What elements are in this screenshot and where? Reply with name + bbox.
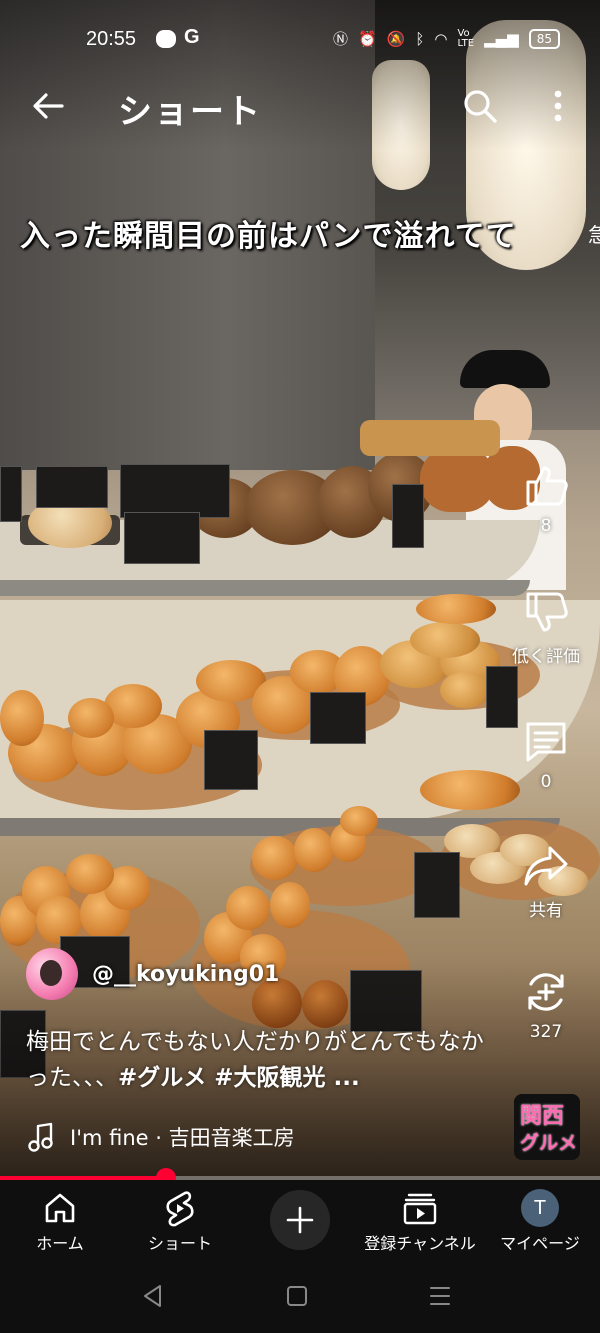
price-tag: [392, 484, 424, 548]
share-button[interactable]: 共有: [508, 842, 584, 921]
nfc-icon: Ⓝ: [332, 30, 348, 48]
system-nav-bar: [0, 1262, 600, 1333]
shorts-header: ショート: [0, 80, 600, 136]
battery-indicator: 85: [528, 28, 560, 49]
comment-count: 0: [540, 772, 552, 792]
nav-home[interactable]: ホーム: [28, 1188, 92, 1254]
remix-button[interactable]: 327: [508, 968, 584, 1042]
share-label: 共有: [529, 901, 563, 921]
status-bar: 20:55 G Ⓝ ⏰ 🔕 ᛒ ◠ Vo LTE ▂▄▆ 85: [0, 20, 600, 60]
create-button[interactable]: [270, 1190, 330, 1250]
system-home-icon[interactable]: [284, 1282, 310, 1314]
nav-shorts-label: ショート: [147, 1234, 212, 1253]
nav-you-label: マイページ: [500, 1234, 580, 1253]
thumb-up-icon: [526, 466, 568, 506]
price-tag: [0, 466, 22, 522]
remix-count: 327: [529, 1022, 563, 1042]
remix-icon: [528, 973, 564, 1011]
system-back-icon[interactable]: [140, 1282, 164, 1314]
system-recents-icon[interactable]: [428, 1282, 452, 1314]
share-icon: [524, 846, 568, 886]
line-icon: [156, 30, 176, 48]
scone: [440, 672, 490, 708]
bluetooth-icon: ᛒ: [415, 29, 425, 48]
brioche: [226, 886, 270, 930]
price-tag: [310, 692, 366, 744]
like-count: 8: [540, 516, 552, 536]
like-button[interactable]: 8: [508, 462, 584, 536]
video-caption: 入った瞬間目の前はパンで溢れてて 急上: [20, 205, 600, 259]
brioche: [66, 854, 114, 894]
video-description[interactable]: 梅田でとんでもない人だかりがとんでもなかった、、、#グルメ #大阪観光 ...: [26, 1024, 500, 1096]
channel-avatar[interactable]: [26, 948, 78, 1000]
pastry: [420, 770, 520, 810]
google-icon: G: [184, 26, 200, 48]
comment-icon: [526, 722, 566, 762]
sound-thumbnail[interactable]: 関西 グルメ: [514, 1094, 580, 1160]
search-icon[interactable]: [460, 86, 500, 126]
pastry: [0, 690, 44, 746]
arrow-back-icon[interactable]: [28, 86, 68, 126]
music-track-label: I'm fine · 吉田音楽工房: [70, 1126, 295, 1150]
brioche: [270, 882, 310, 928]
subscriptions-icon: [403, 1193, 437, 1225]
channel-handle[interactable]: @__koyuking01: [92, 962, 279, 987]
caption-tail: 急上: [588, 223, 600, 247]
shorts-icon: [166, 1191, 194, 1227]
alarm-icon: ⏰: [358, 29, 377, 48]
scone: [410, 622, 480, 658]
status-time: 20:55: [86, 28, 137, 50]
nav-home-label: ホーム: [36, 1234, 84, 1253]
more-vert-icon[interactable]: [546, 86, 570, 126]
price-tag: [124, 512, 200, 564]
description-hashtags[interactable]: #グルメ #大阪観光 ...: [118, 1065, 360, 1091]
bread-loaf: [360, 420, 500, 456]
caption-text: 入った瞬間目の前はパンで溢れてて: [20, 219, 517, 254]
channel-info[interactable]: @__koyuking01: [26, 946, 279, 1002]
brioche: [294, 828, 334, 872]
badge-line2: グルメ: [520, 1132, 578, 1154]
nav-you[interactable]: T マイページ: [496, 1188, 584, 1254]
volte-icon: Vo LTE: [457, 27, 475, 49]
nav-shorts[interactable]: ショート: [140, 1188, 220, 1254]
home-icon: [45, 1193, 75, 1223]
wifi-icon: ◠: [434, 29, 448, 48]
bottom-nav: ホーム ショート 登録チャンネル T マイページ: [0, 1180, 600, 1262]
music-note-icon: [28, 1122, 53, 1152]
mute-icon: 🔕: [386, 29, 406, 48]
plus-icon: [286, 1206, 314, 1234]
comment-button[interactable]: 0: [508, 718, 584, 792]
brioche: [252, 836, 298, 880]
nav-subscriptions-label: 登録チャンネル: [364, 1234, 476, 1253]
price-tag: [414, 852, 460, 918]
signal-icon: ▂▄▆: [484, 29, 519, 48]
price-tag: [36, 466, 108, 508]
nav-subscriptions[interactable]: 登録チャンネル: [360, 1188, 480, 1254]
badge-line1: 関西: [520, 1104, 565, 1129]
dislike-button[interactable]: 低く評価: [508, 588, 584, 667]
thumb-down-icon: [526, 592, 568, 632]
dislike-label: 低く評価: [512, 647, 580, 667]
price-tag: [120, 464, 230, 518]
pastry: [416, 594, 496, 624]
price-tag: [204, 730, 258, 790]
brioche: [340, 806, 378, 836]
music-track[interactable]: I'm fine · 吉田音楽工房: [28, 1122, 295, 1152]
user-avatar: T: [521, 1189, 559, 1227]
pastry: [68, 698, 114, 738]
status-icons: Ⓝ ⏰ 🔕 ᛒ ◠ Vo LTE ▂▄▆ 85: [333, 28, 560, 49]
page-title: ショート: [118, 92, 262, 132]
